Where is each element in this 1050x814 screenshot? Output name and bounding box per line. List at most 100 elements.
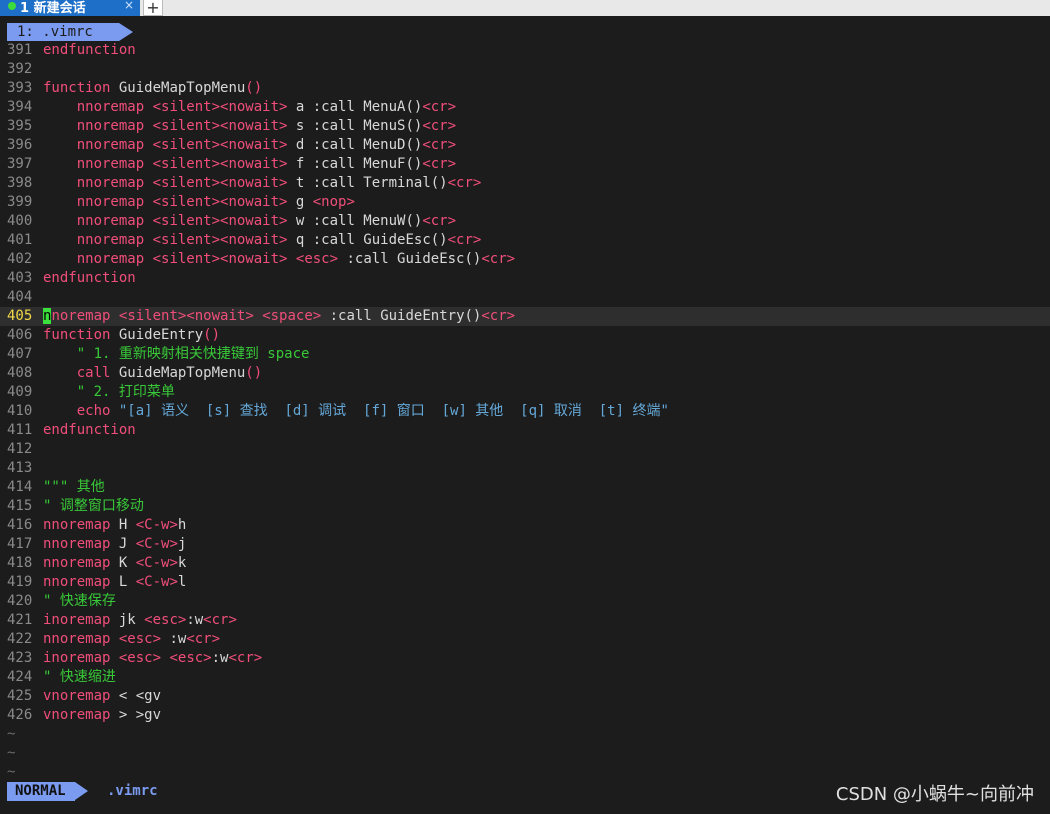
code-token: call (76, 365, 111, 381)
code-line[interactable]: 409 " 2. 打印菜单 (0, 383, 1050, 402)
code-line[interactable]: 396 nnoremap <silent><nowait> d :call Me… (0, 136, 1050, 155)
code-line[interactable]: 421 inoremap jk <esc>:w<cr> (0, 611, 1050, 630)
code-token: d :call MenuD() (287, 137, 423, 153)
line-number: 411 (7, 422, 33, 438)
code-line[interactable]: 418 nnoremap K <C-w>k (0, 554, 1050, 573)
code-token: vnoremap (43, 688, 111, 704)
line-number: 415 (7, 498, 33, 514)
code-line[interactable]: 412 (0, 440, 1050, 459)
code-token: nnoremap (76, 137, 145, 153)
code-line[interactable]: 401 nnoremap <silent><nowait> q :call Gu… (0, 231, 1050, 250)
line-number: 397 (7, 156, 33, 172)
code-token: jk (110, 612, 145, 628)
line-number: 404 (7, 289, 33, 305)
code-line[interactable]: 414 """ 其他 (0, 478, 1050, 497)
status-filename: .vimrc (107, 783, 158, 799)
line-number: 419 (7, 574, 33, 590)
line-number: 418 (7, 555, 33, 571)
code-token: > >gv (110, 707, 162, 723)
code-line[interactable]: 415 " 调整窗口移动 (0, 497, 1050, 516)
code-line[interactable]: 394 nnoremap <silent><nowait> a :call Me… (0, 98, 1050, 117)
code-line[interactable]: 406 function GuideEntry() (0, 326, 1050, 345)
code-token: nnoremap (76, 156, 145, 172)
code-line[interactable]: 416 nnoremap H <C-w>h (0, 516, 1050, 535)
new-tab-button[interactable]: + (143, 0, 163, 16)
code-line[interactable]: 391 endfunction (0, 41, 1050, 60)
code-line[interactable]: 405 nnoremap <silent><nowait> <space> :ca… (0, 307, 1050, 326)
session-tab-title: 1 新建会话 (20, 0, 86, 16)
code-line[interactable]: 403 endfunction (0, 269, 1050, 288)
code-token: :w (161, 631, 187, 647)
csdn-watermark: CSDN @小蜗牛~向前冲 (835, 784, 1034, 805)
code-line[interactable]: 413 (0, 459, 1050, 478)
code-line[interactable]: 408 call GuideMapTopMenu() (0, 364, 1050, 383)
code-token: f :call MenuF() (287, 156, 423, 172)
code-token: function (43, 80, 111, 96)
close-icon[interactable]: × (124, 0, 134, 12)
buffer-tab-vimrc[interactable]: 1: .vimrc (7, 23, 119, 41)
code-line[interactable]: 410 echo "[a] 语义 [s] 查找 [d] 调试 [f] 窗口 [w… (0, 402, 1050, 421)
terminal-session-tab[interactable]: 1 新建会话 × (0, 0, 140, 16)
code-line[interactable]: 395 nnoremap <silent><nowait> s :call Me… (0, 117, 1050, 136)
empty-buffer-line: ~ (0, 725, 1050, 744)
code-line[interactable]: 398 nnoremap <silent><nowait> t :call Te… (0, 174, 1050, 193)
tilde-marker: ~ (7, 764, 16, 780)
mode-indicator: NORMAL (7, 782, 75, 801)
line-number: 396 (7, 137, 33, 153)
code-token: nnoremap (43, 536, 111, 552)
code-line[interactable]: 422 nnoremap <esc> :w<cr> (0, 630, 1050, 649)
code-token: <cr> (481, 251, 516, 267)
code-token: <silent><nowait> (152, 137, 288, 153)
code-line[interactable]: 402 nnoremap <silent><nowait> <esc> :cal… (0, 250, 1050, 269)
code-line[interactable]: 392 (0, 60, 1050, 79)
code-line[interactable]: 425 vnoremap < <gv (0, 687, 1050, 706)
code-token: <silent><nowait> (152, 194, 288, 210)
line-number: 402 (7, 251, 33, 267)
code-line[interactable]: 419 nnoremap L <C-w>l (0, 573, 1050, 592)
code-token: " 快速缩进 (43, 669, 116, 685)
code-line[interactable]: 407 " 1. 重新映射相关快捷键到 space (0, 345, 1050, 364)
line-number: 399 (7, 194, 33, 210)
code-token: :w (186, 612, 204, 628)
code-token: <cr> (203, 612, 237, 628)
code-token: <silent><nowait> (152, 251, 288, 267)
code-token: <silent><nowait> (118, 308, 254, 324)
code-line[interactable]: 404 (0, 288, 1050, 307)
code-token: <esc> (169, 650, 212, 666)
code-token: <silent><nowait> (152, 175, 288, 191)
code-token: nnoremap (76, 213, 145, 229)
code-line[interactable]: 424 " 快速缩进 (0, 668, 1050, 687)
line-number: 391 (7, 42, 33, 58)
code-line[interactable]: 393 function GuideMapTopMenu() (0, 79, 1050, 98)
empty-buffer-line: ~ (0, 744, 1050, 763)
line-number: 398 (7, 175, 33, 191)
code-token: nnoremap (76, 99, 145, 115)
code-line[interactable]: 426 vnoremap > >gv (0, 706, 1050, 725)
line-number: 422 (7, 631, 33, 647)
code-token: endfunction (43, 422, 136, 438)
code-line[interactable]: 397 nnoremap <silent><nowait> f :call Me… (0, 155, 1050, 174)
code-token: nnoremap (76, 251, 145, 267)
code-line[interactable]: 420 " 快速保存 (0, 592, 1050, 611)
line-number: 409 (7, 384, 33, 400)
code-line[interactable]: 423 inoremap <esc> <esc>:w<cr> (0, 649, 1050, 668)
code-token: echo (76, 403, 111, 419)
code-line[interactable]: 417 nnoremap J <C-w>j (0, 535, 1050, 554)
line-number: 401 (7, 232, 33, 248)
code-line[interactable]: 400 nnoremap <silent><nowait> w :call Me… (0, 212, 1050, 231)
vim-editor[interactable]: 391 endfunction 392 393 function GuideMapTop… (0, 41, 1050, 782)
code-token: <C-w> (135, 517, 178, 533)
code-token: <esc> (144, 612, 187, 628)
code-line[interactable]: 411 endfunction (0, 421, 1050, 440)
mode-arrow-icon (75, 782, 88, 800)
code-line[interactable]: 399 nnoremap <silent><nowait> g <nop> (0, 193, 1050, 212)
